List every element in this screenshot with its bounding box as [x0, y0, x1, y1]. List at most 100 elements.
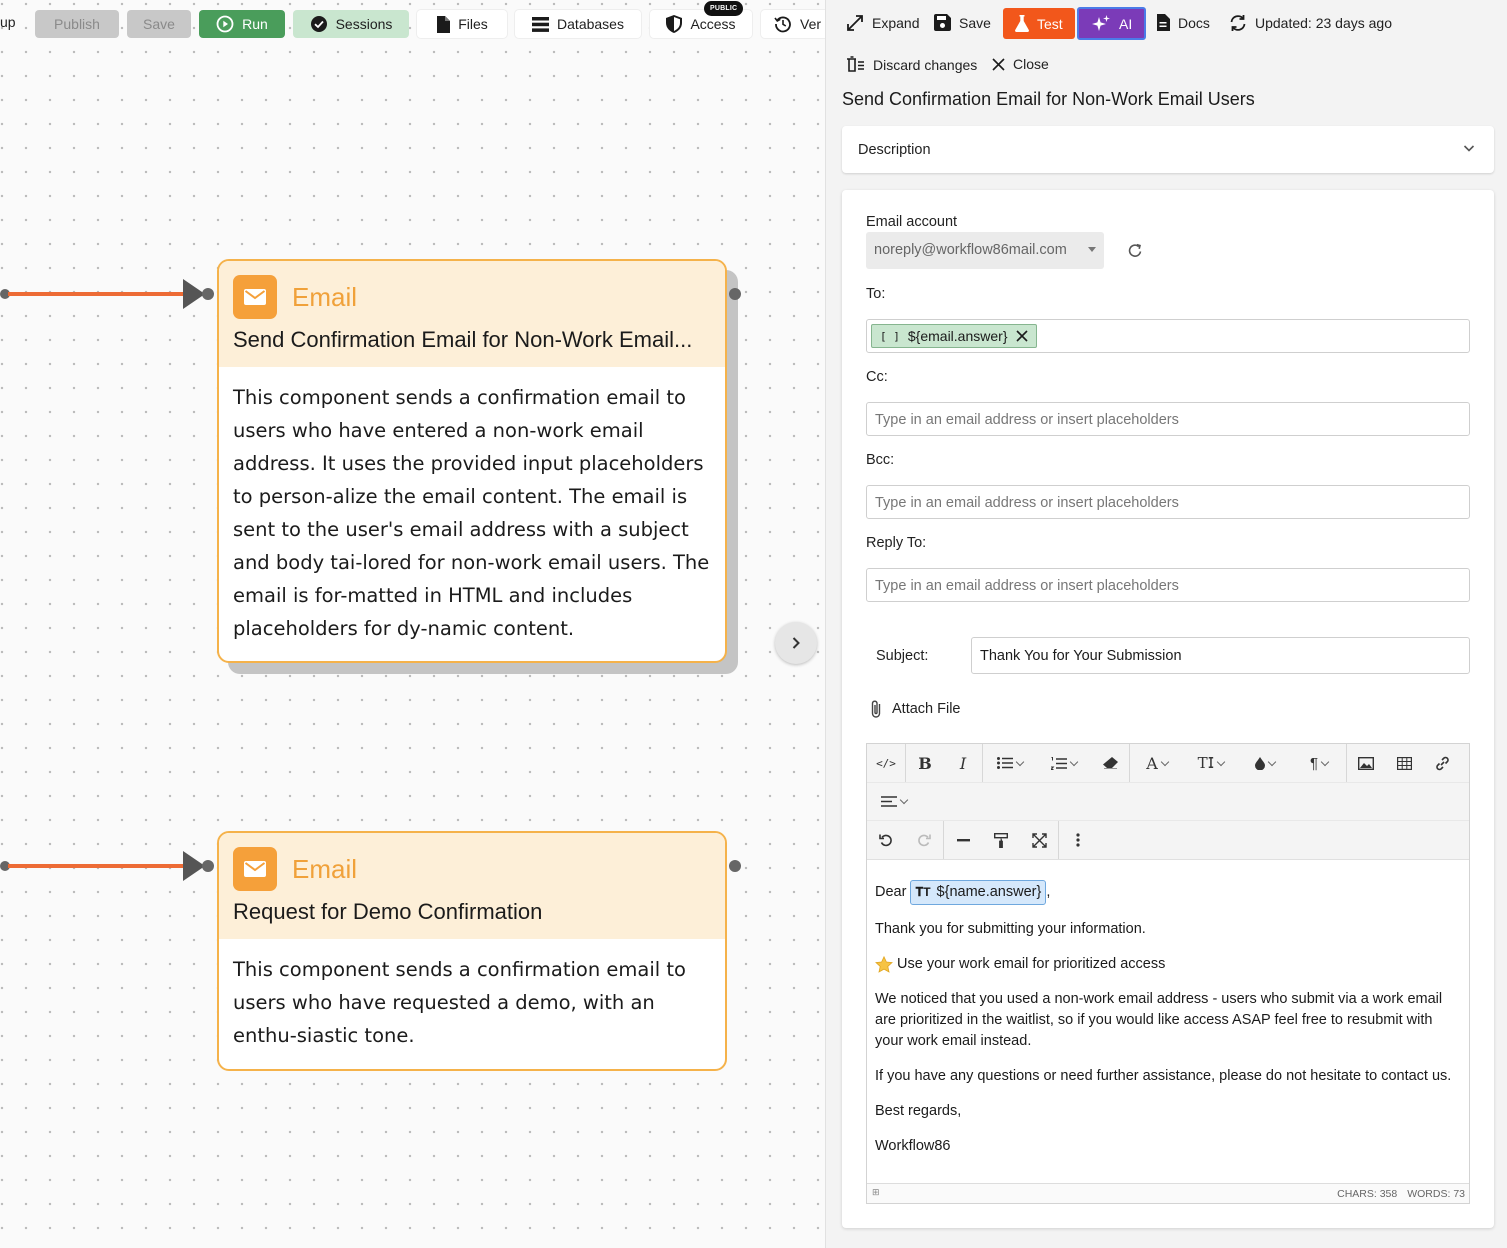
node-input-port[interactable]	[202, 288, 214, 300]
code-view-button[interactable]: </>	[867, 744, 905, 782]
check-circle-icon	[310, 16, 327, 32]
run-label: Run	[242, 16, 268, 32]
sessions-button[interactable]: Sessions	[293, 10, 409, 38]
document-icon	[1157, 14, 1170, 31]
chevron-down-icon	[1320, 757, 1330, 766]
mail-icon	[233, 847, 277, 891]
paragraph-icon: ¶	[1309, 754, 1319, 772]
email-settings-form: Email account noreply@workflow86mail.com…	[842, 190, 1494, 1228]
body-line: Workflow86	[875, 1138, 951, 1154]
insert-image-button[interactable]	[1347, 744, 1385, 782]
chevron-down-icon	[1267, 757, 1277, 766]
fullscreen-button[interactable]	[1020, 821, 1058, 859]
files-label: Files	[458, 16, 488, 32]
node-type-label: Email	[292, 281, 358, 312]
close-label: Close	[1013, 56, 1049, 72]
bold-button[interactable]: B	[906, 744, 944, 782]
node-input-port[interactable]	[202, 860, 214, 872]
bcc-field[interactable]: Type in an email address or insert place…	[866, 485, 1470, 519]
subject-input[interactable]: Thank You for Your Submission	[971, 637, 1470, 674]
editor-toolbar-row-3	[867, 820, 1469, 860]
font-icon: A	[1146, 753, 1158, 773]
chevron-right-icon	[792, 637, 800, 649]
more-vertical-icon	[1076, 833, 1080, 847]
name-placeholder-chip[interactable]: 𝐓T ${name.answer}	[910, 880, 1047, 905]
connector-edge[interactable]	[8, 864, 186, 868]
connector-edge[interactable]	[8, 292, 186, 296]
to-field[interactable]: [ ] ${email.answer}	[866, 319, 1470, 353]
cc-label: Cc:	[866, 369, 888, 385]
email-node-card[interactable]: Email Send Confirmation Email for Non-Wo…	[217, 259, 727, 663]
clear-format-button[interactable]	[1091, 744, 1129, 782]
node-output-port[interactable]	[729, 288, 741, 300]
insert-link-button[interactable]	[1423, 744, 1461, 782]
component-title[interactable]: Send Confirmation Email for Non-Work Ema…	[842, 89, 1255, 110]
greeting-text: Dear	[875, 884, 907, 900]
italic-button[interactable]: I	[944, 744, 982, 782]
email-node-card[interactable]: Email Request for Demo Confirmation This…	[217, 831, 727, 1071]
node-description: This component sends a confirmation emai…	[233, 386, 710, 640]
paragraph-style-button[interactable]: ¶	[1292, 744, 1346, 782]
cc-field[interactable]: Type in an email address or insert place…	[866, 402, 1470, 436]
chevron-down-icon	[1069, 757, 1079, 766]
format-painter-button[interactable]	[982, 821, 1020, 859]
floppy-disk-icon	[934, 14, 951, 31]
run-button[interactable]: Run	[199, 10, 285, 38]
discard-changes-button[interactable]: Discard changes	[846, 56, 977, 73]
eraser-icon	[1103, 757, 1118, 769]
collapse-panel-button[interactable]	[775, 622, 817, 664]
numbered-list-button[interactable]	[1037, 744, 1091, 782]
test-button[interactable]: Test	[1003, 8, 1075, 39]
expand-label: Expand	[872, 15, 920, 31]
docs-label: Docs	[1178, 14, 1210, 31]
discard-icon	[847, 56, 864, 72]
test-label: Test	[1037, 15, 1063, 32]
save-button[interactable]: Save	[127, 10, 191, 38]
component-settings-panel: Expand Save Test AI Docs Updated: 23 day…	[825, 0, 1507, 1248]
more-options-button[interactable]	[1059, 821, 1097, 859]
close-button[interactable]: Close	[992, 56, 1049, 72]
close-icon[interactable]	[1015, 330, 1028, 342]
attach-file-button[interactable]: Attach File	[870, 699, 961, 719]
description-label: Description	[858, 142, 931, 158]
bullet-list-button[interactable]	[983, 744, 1037, 782]
ai-label: AI	[1119, 15, 1133, 32]
panel-save-button[interactable]: Save	[934, 14, 991, 31]
font-color-button[interactable]: A	[1130, 744, 1184, 782]
node-title: Request for Demo Confirmation	[233, 899, 543, 924]
description-accordion[interactable]: Description	[842, 126, 1494, 173]
expand-button[interactable]: Expand	[846, 14, 919, 32]
reply-to-field[interactable]: Type in an email address or insert place…	[866, 568, 1470, 602]
body-line: If you have any questions or need furthe…	[875, 1068, 1452, 1084]
chevron-down-icon	[1015, 757, 1025, 766]
body-line: Thank you for submitting your informatio…	[875, 921, 1146, 937]
workflow-canvas[interactable]: up Publish Save Run Sessions Files Datab…	[0, 0, 825, 1248]
highlight-button[interactable]	[1238, 744, 1292, 782]
refresh-icon[interactable]	[1127, 243, 1143, 259]
horizontal-rule-button[interactable]	[944, 821, 982, 859]
panel-save-label: Save	[959, 14, 991, 31]
node-output-port[interactable]	[729, 860, 741, 872]
resize-handle-icon[interactable]: ⊞	[872, 1187, 880, 1198]
redo-button[interactable]	[905, 821, 943, 859]
align-button[interactable]	[867, 783, 921, 821]
discard-label: Discard changes	[873, 56, 978, 73]
undo-button[interactable]	[867, 821, 905, 859]
ai-button[interactable]: AI	[1077, 7, 1147, 40]
insert-table-button[interactable]	[1385, 744, 1423, 782]
publish-button[interactable]: Publish	[35, 10, 119, 38]
databases-button[interactable]: Databases	[515, 10, 641, 38]
word-count: WORDS: 73	[1407, 1187, 1465, 1200]
versions-button[interactable]: Ver	[761, 10, 825, 38]
email-account-select[interactable]: noreply@workflow86mail.com	[866, 232, 1104, 269]
files-button[interactable]: Files	[417, 10, 507, 38]
docs-button[interactable]: Docs	[1156, 14, 1210, 31]
placeholder-chip[interactable]: [ ] ${email.answer}	[871, 324, 1037, 348]
email-account-value: noreply@workflow86mail.com	[874, 242, 1067, 258]
editor-toolbar-row-1: </> B I A T𝖨 ¶	[867, 744, 1469, 782]
link-icon	[1435, 756, 1449, 770]
email-body-content[interactable]: Dear 𝐓T ${name.answer} , Thank you for s…	[867, 860, 1469, 1185]
shield-icon	[666, 15, 683, 33]
font-size-button[interactable]: T𝖨	[1184, 744, 1238, 782]
attach-file-label: Attach File	[892, 701, 961, 717]
